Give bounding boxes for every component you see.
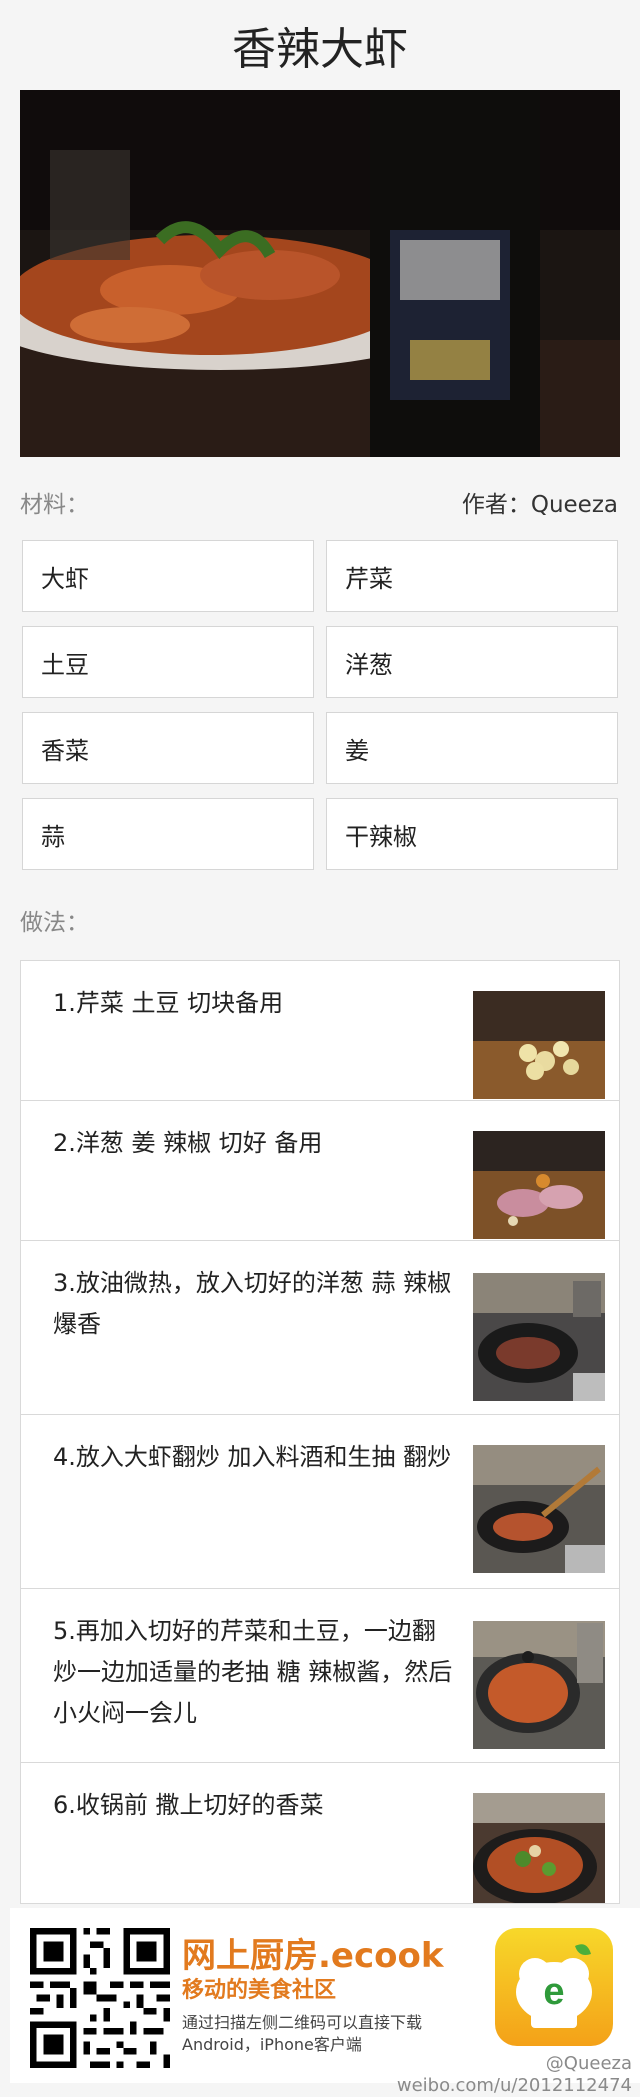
ingredient-item: 香菜 — [22, 712, 314, 784]
svg-text:e: e — [543, 1971, 564, 2013]
step-text: 5.再加入切好的芹菜和土豆，一边翻炒一边加适量的老抽 糖 辣椒酱，然后小火闷一会… — [53, 1617, 453, 1727]
step-text: 6.收锅前 撒上切好的香菜 — [53, 1791, 324, 1819]
hero-photo — [20, 90, 620, 457]
step-item: 1.芹菜 土豆 切块备用 — [21, 961, 619, 1101]
qr-code-icon[interactable] — [30, 1928, 170, 2068]
ecook-app-icon[interactable]: e — [495, 1928, 613, 2046]
step-item: 4.放入大虾翻炒 加入料酒和生抽 翻炒 — [21, 1415, 619, 1589]
download-hint: 通过扫描左侧二维码可以直接下载Android，iPhone客户端 — [182, 2013, 423, 2054]
ingredient-item: 土豆 — [22, 626, 314, 698]
step-item: 2.洋葱 姜 辣椒 切好 备用 — [21, 1101, 619, 1241]
ingredient-item: 洋葱 — [326, 626, 618, 698]
brand-tagline: 移动的美食社区 — [182, 1978, 337, 2003]
weibo-handle: @Queeza — [545, 2053, 632, 2074]
author-label: 作者：Queeza — [461, 492, 618, 518]
ingredient-item: 大虾 — [22, 540, 314, 612]
materials-label: 材料： — [20, 492, 89, 518]
method-label: 做法： — [20, 910, 89, 936]
step-photo — [473, 1131, 605, 1239]
step-photo — [473, 1621, 605, 1749]
step-photo — [473, 1273, 605, 1401]
weibo-url: weibo.com/u/2012112474 — [396, 2075, 632, 2096]
recipe-title: 香辣大虾 — [232, 24, 408, 75]
step-text: 3.放油微热，放入切好的洋葱 蒜 辣椒 爆香 — [53, 1269, 452, 1338]
ingredient-item: 干辣椒 — [326, 798, 618, 870]
step-photo — [473, 991, 605, 1099]
step-photo — [473, 1445, 605, 1573]
step-text: 4.放入大虾翻炒 加入料酒和生抽 翻炒 — [53, 1443, 452, 1471]
step-photo — [473, 1793, 605, 1903]
brand-name: 网上厨房.ecook — [182, 1936, 444, 1976]
step-item: 3.放油微热，放入切好的洋葱 蒜 辣椒 爆香 — [21, 1241, 619, 1415]
ingredient-item: 芹菜 — [326, 540, 618, 612]
ingredient-item: 蒜 — [22, 798, 314, 870]
steps-list: 1.芹菜 土豆 切块备用 2.洋葱 姜 辣椒 切好 备用 3.放油微热，放入切好… — [20, 960, 620, 1904]
step-item: 5.再加入切好的芹菜和土豆，一边翻炒一边加适量的老抽 糖 辣椒酱，然后小火闷一会… — [21, 1589, 619, 1763]
step-item: 6.收锅前 撒上切好的香菜 — [21, 1763, 619, 1903]
step-text: 2.洋葱 姜 辣椒 切好 备用 — [53, 1129, 323, 1157]
ingredient-item: 姜 — [326, 712, 618, 784]
step-text: 1.芹菜 土豆 切块备用 — [53, 989, 284, 1017]
